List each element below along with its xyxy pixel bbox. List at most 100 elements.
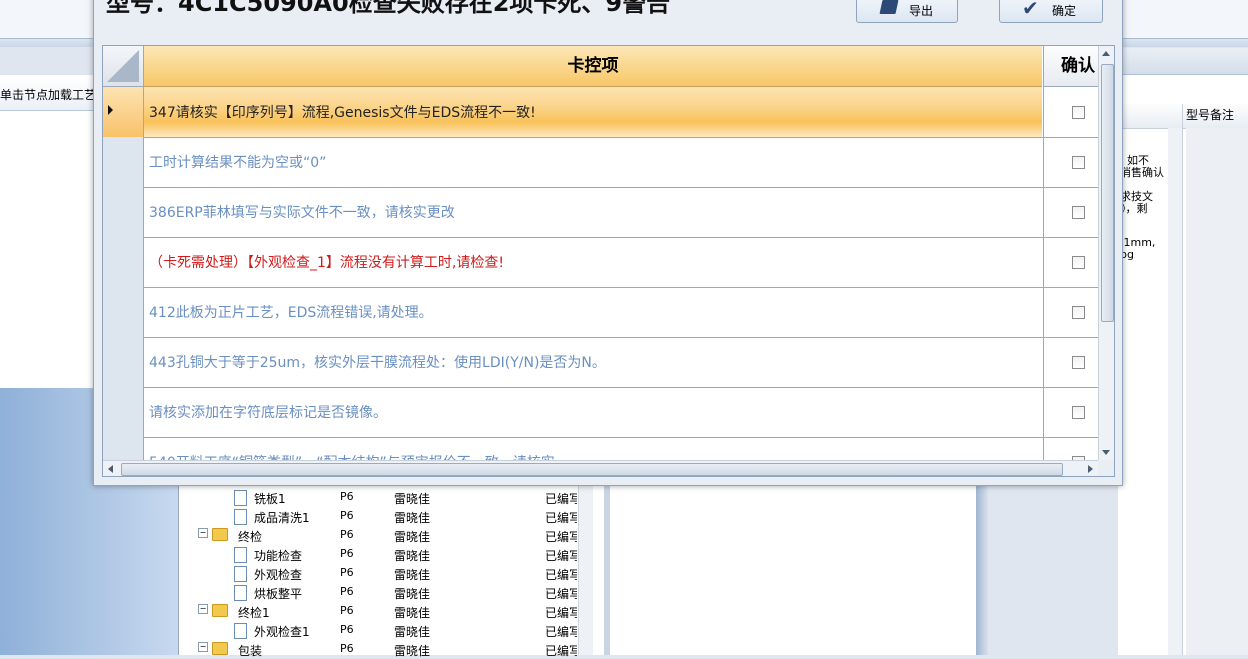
collapse-icon[interactable]: − [198,642,208,652]
tree-node-name: 终检1 [238,606,270,620]
check-item-text: 347请核实【印序列号】流程,Genesis文件与EDS流程不一致! [149,105,536,121]
confirm-cell [1043,337,1099,387]
tree-node-name: 包装 [238,644,263,658]
tree-row[interactable]: 外观检查1 P6 雷晓佳 已编写 [180,621,580,640]
tree-node-name: 功能检查 [254,549,303,563]
grid-row[interactable]: 443孔铜大于等于25um，核实外层干膜流程处：使用LDI(Y/N)是否为N。 [103,337,1098,388]
grid-vertical-scrollbar[interactable] [1098,46,1114,460]
scroll-down-arrow-icon[interactable] [1102,450,1110,455]
tree-row[interactable]: 成品清洗1 P6 雷晓佳 已编写 [180,507,580,526]
check-item-cell[interactable]: 386ERP菲林填写与实际文件不一致，请核实更改 [144,187,1042,237]
confirm-checkbox[interactable] [1072,406,1085,419]
confirm-cell [1043,387,1099,437]
scroll-right-arrow-icon[interactable] [1088,465,1093,473]
document-icon [234,547,247,563]
tree-row[interactable]: 外观检查 P6 雷晓佳 已编写 [180,564,580,583]
tree-node-code: P6 [340,585,354,598]
check-item-cell[interactable]: 412此板为正片工艺，EDS流程错误,请处理。 [144,287,1042,337]
column-header-check-item[interactable]: 卡控项 [144,46,1042,87]
grid-row[interactable]: 工时计算结果不能为空或“0” [103,137,1098,188]
right-snippet: 》，剩 [1120,202,1148,215]
tree-node-status: 已编写 [545,568,577,582]
folder-icon [212,604,228,617]
confirm-cell [1043,237,1099,287]
tree-node-status: 已编写 [545,530,577,544]
tree-node-user: 雷晓佳 [394,644,431,658]
grid-horizontal-scrollbar[interactable] [103,460,1098,476]
check-item-text: 请核实添加在字符底层标记是否镜像。 [149,405,387,421]
grid-row[interactable]: 请核实添加在字符底层标记是否镜像。 [103,387,1098,438]
confirm-checkbox[interactable] [1072,256,1085,269]
document-icon [234,566,247,582]
export-icon [879,0,899,14]
vertical-scroll-thumb[interactable] [1101,64,1114,322]
tree-node-user: 雷晓佳 [394,568,431,582]
collapse-icon[interactable]: − [198,604,208,614]
ok-button-label: 确定 [1052,4,1077,18]
tree-row[interactable]: 烘板整平 P6 雷晓佳 已编写 [180,583,580,602]
scroll-left-arrow-icon[interactable] [108,465,113,473]
confirm-checkbox[interactable] [1072,356,1085,369]
right-grid-separator [1182,104,1183,655]
column-header-confirm[interactable]: 确认 [1043,46,1099,87]
row-header[interactable] [103,387,144,437]
folder-icon [212,642,228,655]
grid-row[interactable]: （卡死需处理）【外观检查_1】流程没有计算工时,请检查! [103,237,1098,288]
export-button-label: 导出 [909,4,934,18]
tree-node-user: 雷晓佳 [394,549,431,563]
tree-node-code: P6 [340,623,354,636]
confirm-cell [1043,187,1099,237]
select-all-corner[interactable] [103,46,144,87]
tree-node-code: P6 [340,509,354,522]
row-header[interactable] [103,137,144,187]
process-tree-scrollbar[interactable] [578,480,593,655]
tree-node-user: 雷晓佳 [394,625,431,639]
right-snippet: 消售确认 [1120,166,1164,179]
check-item-cell[interactable]: 443孔铜大于等于25um，核实外层干膜流程处：使用LDI(Y/N)是否为N。 [144,337,1042,387]
tree-node-user: 雷晓佳 [394,492,431,506]
checkmark-icon: ✔ [1022,0,1039,20]
right-col-header-model-remark[interactable]: 型号备注 [1186,106,1234,123]
row-header[interactable] [103,337,144,387]
grid-row[interactable]: 412此板为正片工艺，EDS流程错误,请处理。 [103,287,1098,338]
grid-row[interactable]: 347请核实【印序列号】流程,Genesis文件与EDS流程不一致! [103,87,1098,138]
document-icon [234,623,247,639]
tree-node-status: 已编写 [545,511,577,525]
detail-panel-edge [976,480,988,655]
tree-row[interactable]: − 终检 P6 雷晓佳 已编写 [180,526,580,545]
ok-button[interactable]: ✔ 确定 [999,0,1103,23]
row-header[interactable] [103,87,144,137]
check-item-cell[interactable]: 请核实添加在字符底层标记是否镜像。 [144,387,1042,437]
tree-row[interactable]: − 终检1 P6 雷晓佳 已编写 [180,602,580,621]
export-button[interactable]: 导出 [856,0,958,23]
check-item-cell[interactable]: 工时计算结果不能为空或“0” [144,137,1042,187]
confirm-checkbox[interactable] [1072,106,1085,119]
document-icon [234,509,247,525]
row-header[interactable] [103,237,144,287]
collapse-icon[interactable]: − [198,528,208,538]
scroll-up-arrow-icon[interactable] [1102,51,1110,56]
tree-node-code: P6 [340,566,354,579]
row-header[interactable] [103,287,144,337]
tree-node-user: 雷晓佳 [394,587,431,601]
check-item-cell[interactable]: 347请核实【印序列号】流程,Genesis文件与EDS流程不一致! [144,87,1042,137]
row-header[interactable] [103,187,144,237]
confirm-cell [1043,287,1099,337]
check-item-cell[interactable]: （卡死需处理）【外观检查_1】流程没有计算工时,请检查! [144,237,1042,287]
confirm-checkbox[interactable] [1072,156,1085,169]
horizontal-scroll-thumb[interactable] [121,463,1063,476]
grid-row[interactable]: 386ERP菲林填写与实际文件不一致，请核实更改 [103,187,1098,238]
right-panel-gray-area [1186,128,1248,655]
tree-node-name: 烘板整平 [254,587,303,601]
right-panel-scrollbar[interactable] [1168,128,1182,655]
tree-node-code: P6 [340,642,354,655]
left-panel-label: 单击节点加载工艺 [0,88,97,102]
confirm-checkbox[interactable] [1072,306,1085,319]
tree-node-user: 雷晓佳 [394,530,431,544]
check-item-text: 412此板为正片工艺，EDS流程错误,请处理。 [149,305,433,321]
dialog-title: 型号：4C1C5090A0检查失败存在2项卡死、9警告 [106,0,671,17]
tree-row[interactable]: 功能检查 P6 雷晓佳 已编写 [180,545,580,564]
confirm-checkbox[interactable] [1072,206,1085,219]
tree-row[interactable]: 铣板1 P6 雷晓佳 已编写 [180,488,580,507]
tree-row[interactable]: − 包装 P6 雷晓佳 已编写 [180,640,580,659]
